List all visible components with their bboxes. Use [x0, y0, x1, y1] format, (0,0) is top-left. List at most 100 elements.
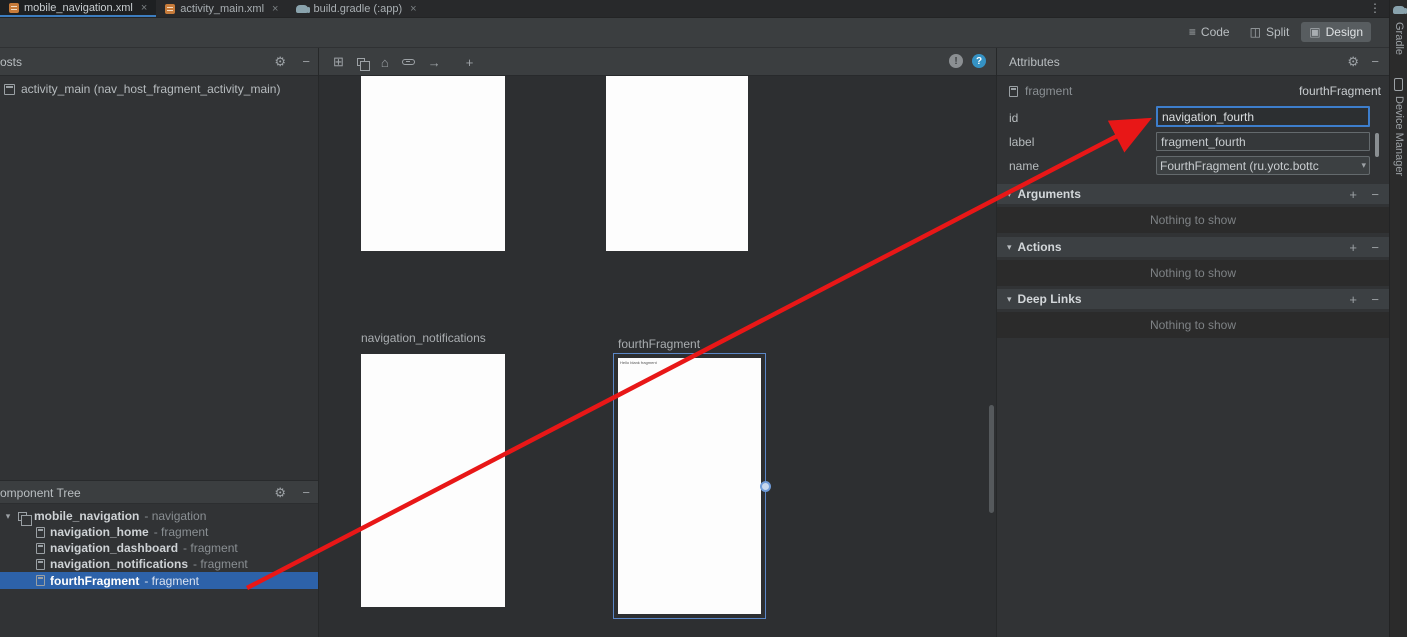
right-tool-strip: Gradle Device Manager	[1389, 0, 1407, 637]
chevron-down-icon[interactable]: ▾	[3, 511, 13, 522]
fragment-icon	[1009, 86, 1018, 97]
fragment-preview-surface: Hello blank fragment	[618, 358, 761, 614]
canvas-scrollbar[interactable]	[989, 405, 994, 513]
tab-build-gradle[interactable]: build.gradle (:app) ×	[287, 0, 425, 17]
add-deep-link-icon[interactable]: +	[1349, 292, 1357, 307]
divider[interactable]	[318, 48, 319, 637]
tree-item-name: navigation_home	[50, 525, 149, 539]
close-icon[interactable]: ×	[272, 3, 278, 15]
attributes-title: Attributes	[1009, 55, 1060, 69]
action-connection-handle[interactable]	[760, 481, 771, 492]
close-icon[interactable]: ×	[141, 2, 147, 14]
tree-item-type: - fragment	[193, 557, 248, 571]
destination-label-notifications: navigation_notifications	[361, 331, 486, 345]
chevron-down-icon: ▾	[1361, 160, 1366, 171]
help-icon[interactable]: ?	[972, 54, 986, 68]
add-argument-icon[interactable]: +	[1349, 187, 1357, 202]
hide-panel-icon[interactable]: −	[302, 55, 310, 68]
action-arrow-icon[interactable]: →	[428, 55, 441, 70]
close-icon[interactable]: ×	[410, 3, 416, 15]
tree-item-navigation-home[interactable]: navigation_home - fragment	[0, 524, 318, 540]
hosts-panel: activity_main (nav_host_fragment_activit…	[0, 76, 318, 480]
hide-panel-icon[interactable]: −	[1371, 55, 1379, 68]
name-dropdown[interactable]: FourthFragment (ru.yotc.bottc ▾	[1156, 156, 1370, 175]
tree-item-name: mobile_navigation	[34, 509, 139, 523]
section-title: Arguments	[1018, 187, 1081, 201]
section-arguments[interactable]: ▾ Arguments + −	[997, 184, 1389, 204]
gradle-icon	[296, 5, 308, 13]
gear-icon[interactable]: ⚙	[274, 55, 286, 68]
panel-scrollbar[interactable]	[1375, 133, 1379, 157]
tree-item-navigation-dashboard[interactable]: navigation_dashboard - fragment	[0, 540, 318, 556]
design-view-button[interactable]: ▣ Design	[1301, 22, 1371, 42]
split-view-button[interactable]: ◫ Split	[1242, 22, 1298, 42]
warning-icon[interactable]: !	[949, 54, 963, 68]
fragment-icon	[36, 575, 45, 586]
home-icon[interactable]: ⌂	[381, 55, 389, 70]
divider[interactable]	[996, 48, 997, 637]
design-label: Design	[1326, 25, 1363, 39]
host-item-activity-main[interactable]: activity_main (nav_host_fragment_activit…	[0, 80, 318, 98]
split-icon: ◫	[1250, 25, 1261, 39]
fragment-preview-text: Hello blank fragment	[620, 360, 657, 365]
code-view-button[interactable]: ≡ Code	[1181, 22, 1238, 42]
tree-item-type: - navigation	[144, 509, 206, 523]
editor-tab-bar: mobile_navigation.xml × activity_main.xm…	[0, 0, 1389, 18]
auto-arrange-icon[interactable]	[357, 58, 365, 66]
tab-activity-main[interactable]: activity_main.xml ×	[156, 0, 287, 17]
selected-component-row: fragment fourthFragment	[1009, 82, 1381, 100]
section-actions[interactable]: ▾ Actions + −	[997, 237, 1389, 257]
tab-label: build.gradle (:app)	[313, 3, 402, 15]
code-label: Code	[1201, 25, 1230, 39]
tree-item-mobile-navigation[interactable]: ▾ mobile_navigation - navigation	[0, 508, 318, 524]
chevron-down-icon: ▾	[1007, 242, 1012, 253]
tree-item-fourthfragment-selected[interactable]: fourthFragment - fragment	[0, 572, 318, 589]
deep-links-empty-state: Nothing to show	[997, 312, 1389, 338]
gradle-icon[interactable]	[1393, 6, 1405, 14]
tree-item-type: - fragment	[154, 525, 209, 539]
remove-argument-icon[interactable]: −	[1371, 187, 1379, 202]
tree-item-navigation-notifications[interactable]: navigation_notifications - fragment	[0, 556, 318, 572]
tree-item-name: navigation_dashboard	[50, 541, 178, 555]
section-title: Actions	[1018, 240, 1062, 254]
remove-action-icon[interactable]: −	[1371, 240, 1379, 255]
chevron-down-icon: ▾	[1007, 189, 1012, 200]
tree-item-type: - fragment	[183, 541, 238, 555]
design-canvas[interactable]: navigation_notifications fourthFragment …	[319, 76, 996, 637]
section-deep-links[interactable]: ▾ Deep Links + −	[997, 289, 1389, 309]
more-options-icon[interactable]: ⋮	[1369, 1, 1381, 15]
gear-icon[interactable]: ⚙	[274, 486, 286, 499]
device-manager-tool-button[interactable]: Device Manager	[1393, 96, 1405, 176]
tab-mobile-navigation[interactable]: mobile_navigation.xml ×	[0, 0, 156, 17]
fragment-preview-notifications[interactable]	[361, 354, 505, 607]
name-dropdown-value: FourthFragment (ru.yotc.bottc	[1160, 159, 1319, 173]
fragment-preview-fourth-selected[interactable]: Hello blank fragment	[613, 353, 766, 619]
fragment-preview-home[interactable]	[361, 76, 505, 251]
component-type: fragment	[1025, 84, 1072, 98]
gradle-tool-button[interactable]: Gradle	[1393, 22, 1405, 55]
hide-panel-icon[interactable]: −	[302, 486, 310, 499]
code-icon: ≡	[1189, 25, 1196, 39]
canvas-toolbar: ⊞ ⌂ → + ! ?	[319, 48, 996, 76]
add-action-icon[interactable]: +	[1349, 240, 1357, 255]
tree-item-type: - fragment	[144, 574, 199, 588]
gear-icon[interactable]: ⚙	[1347, 55, 1359, 68]
fragment-preview-dashboard[interactable]	[606, 76, 748, 251]
host-item-label: activity_main (nav_host_fragment_activit…	[21, 82, 280, 96]
remove-deep-link-icon[interactable]: −	[1371, 292, 1379, 307]
label-label: label	[1009, 135, 1034, 149]
fragment-icon	[36, 527, 45, 538]
hosts-panel-header: osts ⚙ −	[0, 48, 318, 76]
component-tree: ▾ mobile_navigation - navigation navigat…	[0, 504, 318, 637]
hosts-title: osts	[0, 55, 22, 69]
fragment-icon	[36, 559, 45, 570]
activity-icon	[4, 84, 15, 95]
add-destination-icon[interactable]: ⊞	[333, 54, 344, 70]
deep-link-icon[interactable]	[402, 59, 415, 65]
id-input[interactable]	[1156, 106, 1370, 127]
label-input[interactable]	[1156, 132, 1370, 151]
tree-item-name: navigation_notifications	[50, 557, 188, 571]
magic-fix-icon[interactable]: +	[466, 55, 474, 70]
device-manager-icon[interactable]	[1394, 78, 1403, 91]
chevron-down-icon: ▾	[1007, 294, 1012, 305]
